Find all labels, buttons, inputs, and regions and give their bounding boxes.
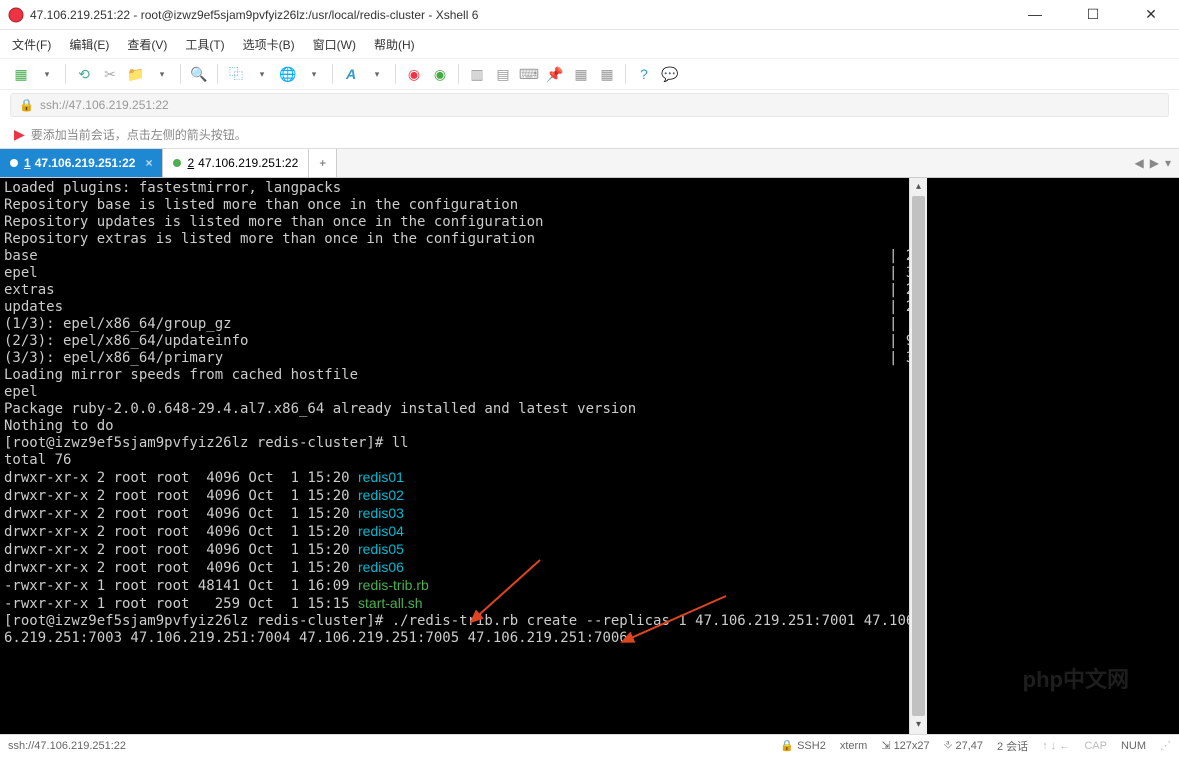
status-sessions: 2 会话 [997,738,1028,754]
address-url: ssh://47.106.219.251:22 [40,98,169,112]
status-term: xterm [840,740,868,752]
menu-help[interactable]: 帮助(H) [374,36,415,53]
minimize-button[interactable]: — [1015,6,1055,23]
annotation-1: 集群所搭建所需的脚本工具 [927,178,1071,734]
menu-edit[interactable]: 编辑(E) [69,36,109,53]
scroll-down-icon[interactable]: ▾ [910,716,927,734]
script-button[interactable]: ▥ [466,63,488,85]
comment-button[interactable]: 💬 [659,63,681,85]
status-address: ssh://47.106.219.251:22 [8,740,766,752]
reconnect-button[interactable]: ⟲ [73,63,95,85]
dropdown-icon[interactable]: ▾ [36,63,58,85]
scrollbar[interactable]: ▴ ▾ [909,178,927,734]
address-bar: 🔒 ssh://47.106.219.251:22 [0,90,1179,120]
status-arrows: ↑ ↓ ← [1042,740,1070,752]
scroll-thumb[interactable] [912,196,925,716]
address-input[interactable]: 🔒 ssh://47.106.219.251:22 [10,93,1169,117]
title-bar: 47.106.219.251:22 - root@izwz9ef5sjam9pv… [0,0,1179,30]
tab-menu-icon[interactable]: ▾ [1165,156,1171,170]
grid-button[interactable]: ▦ [596,63,618,85]
flag-icon: ▶ [14,126,25,143]
menu-tabs[interactable]: 选项卡(B) [243,36,295,53]
keyboard-button[interactable]: ⌨ [518,63,540,85]
lock-icon: 🔒 [19,98,34,112]
annotation-2: 使用该工具搭建集群 [1071,178,1179,734]
status-cap: CAP [1084,740,1107,752]
session-tab-1[interactable]: 1 47.106.219.251:22 × [0,149,163,177]
menu-tools[interactable]: 工具(T) [185,36,224,53]
help-button[interactable]: ? [633,63,655,85]
hint-bar: ▶ 要添加当前会话，点击左侧的箭头按钮。 [0,120,1179,148]
window-title: 47.106.219.251:22 - root@izwz9ef5sjam9pv… [30,8,1015,22]
new-button[interactable]: ▦ [10,63,32,85]
xshell-button[interactable]: ◉ [403,63,425,85]
dropdown-icon[interactable]: ▾ [366,63,388,85]
close-button[interactable]: ✕ [1131,6,1171,23]
globe-button[interactable]: 🌐 [277,63,299,85]
status-pos: ⎀ 27,47 [944,739,983,752]
status-resize-icon[interactable]: ⋰ [1160,739,1171,752]
scroll-up-icon[interactable]: ▴ [910,178,927,196]
status-num: NUM [1121,740,1146,752]
copy-button[interactable]: ⿻ [225,63,247,85]
status-dot-icon [10,159,18,167]
hint-text: 要添加当前会话，点击左侧的箭头按钮。 [31,126,247,143]
status-ssh: 🔒SSH2 [780,739,825,752]
maximize-button[interactable]: ☐ [1073,6,1113,23]
panel-button[interactable]: ▤ [492,63,514,85]
status-size: ⇲ 127x27 [881,739,929,752]
menu-bar: 文件(F) 编辑(E) 查看(V) 工具(T) 选项卡(B) 窗口(W) 帮助(… [0,30,1179,58]
menu-window[interactable]: 窗口(W) [313,36,356,53]
tab-next-icon[interactable]: ▶ [1150,156,1159,170]
search-button[interactable]: 🔍 [188,63,210,85]
app-icon [8,7,24,23]
tab-bar: 1 47.106.219.251:22 × 2 47.106.219.251:2… [0,148,1179,178]
disconnect-button[interactable]: ✂ [99,63,121,85]
window-controls: — ☐ ✕ [1015,6,1171,23]
lock-icon: 🔒 [780,739,794,752]
tab-num: 1 [24,156,31,170]
tab-prev-icon[interactable]: ◀ [1135,156,1144,170]
dropdown-icon[interactable]: ▾ [151,63,173,85]
menu-view[interactable]: 查看(V) [127,36,167,53]
terminal[interactable]: Loaded plugins: fastestmirror, langpacks… [0,178,909,734]
status-dot-icon [173,159,181,167]
tab-nav: ◀ ▶ ▾ [1127,149,1179,177]
terminal-area: Loaded plugins: fastestmirror, langpacks… [0,178,1179,734]
add-tab-button[interactable]: + [309,149,337,177]
pin-button[interactable]: 📌 [544,63,566,85]
session-tab-2[interactable]: 2 47.106.219.251:22 [163,149,309,177]
tab-label: 47.106.219.251:22 [198,156,298,170]
dropdown-icon[interactable]: ▾ [251,63,273,85]
open-button[interactable]: 📁 [125,63,147,85]
menu-file[interactable]: 文件(F) [12,36,51,53]
status-bar: ssh://47.106.219.251:22 🔒SSH2 xterm ⇲ 12… [0,734,1179,756]
tab-close-icon[interactable]: × [145,156,152,170]
layout-button[interactable]: ▦ [570,63,592,85]
xftp-button[interactable]: ◉ [429,63,451,85]
font-button[interactable]: A [340,63,362,85]
toolbar: ▦ ▾ ⟲ ✂ 📁 ▾ 🔍 ⿻ ▾ 🌐 ▾ A ▾ ◉ ◉ ▥ ▤ ⌨ 📌 ▦ … [0,58,1179,90]
tab-label: 47.106.219.251:22 [35,156,136,170]
dropdown-icon[interactable]: ▾ [303,63,325,85]
tab-num: 2 [187,156,194,170]
